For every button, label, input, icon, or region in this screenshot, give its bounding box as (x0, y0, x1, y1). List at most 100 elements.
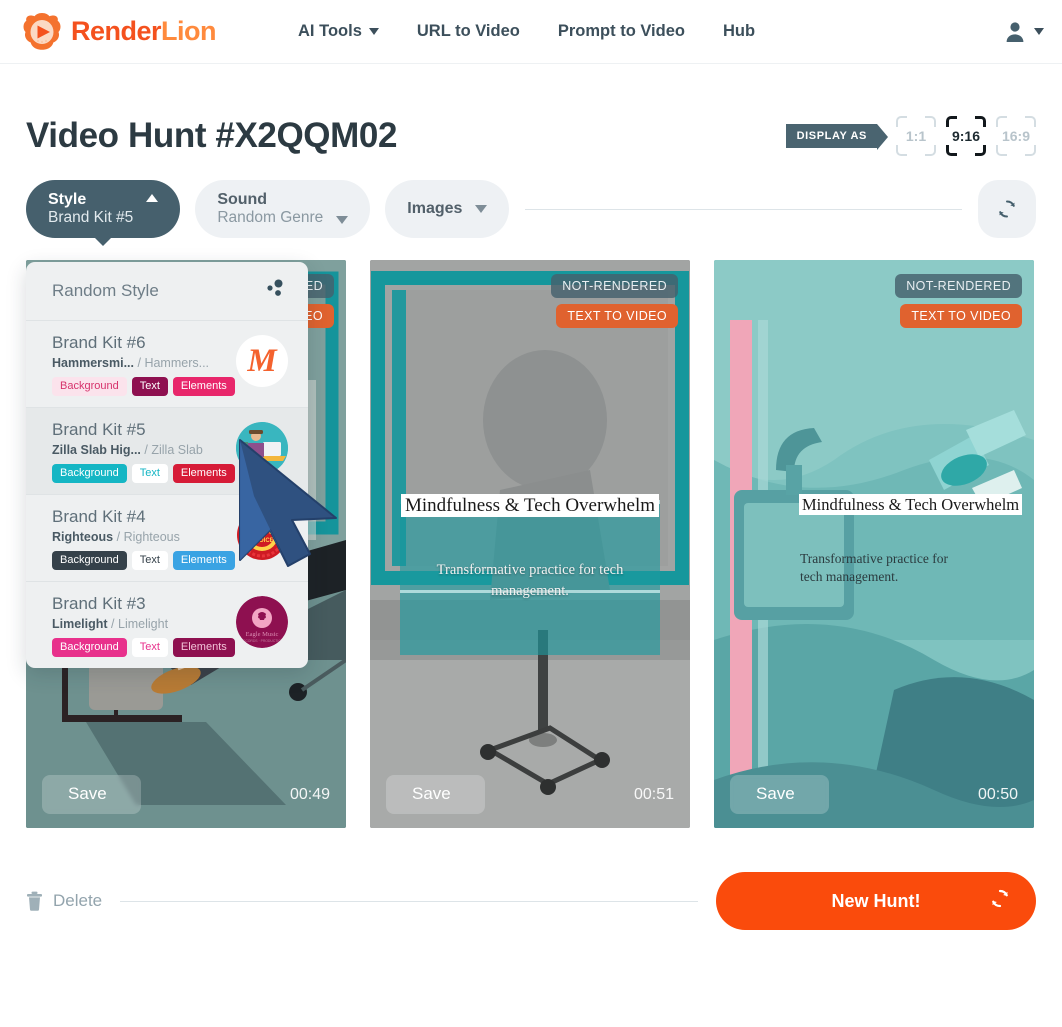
svg-text:CHOICE: CHOICE (250, 538, 273, 544)
nav-links: AI Tools URL to Video Prompt to Video Hu… (298, 22, 755, 41)
brand-wordmark: RenderLion (71, 16, 217, 47)
sound-dropdown-button[interactable]: Sound Random Genre (195, 180, 371, 238)
sound-dropdown-title: Sound (217, 191, 268, 209)
type-badge: TEXT TO VIDEO (900, 304, 1022, 328)
toolbar-refresh-button[interactable] (978, 180, 1036, 238)
video-card[interactable]: NOT-RENDERED TEXT TO VIDEO Mindfulness &… (714, 260, 1034, 828)
card-footer: Save 00:50 (714, 775, 1034, 814)
delete-button-label: Delete (53, 891, 103, 910)
dropdown-item-brand-kit-3[interactable]: Brand Kit #3 Limelight / Limelight Backg… (26, 582, 308, 668)
images-dropdown-button[interactable]: Images (385, 180, 510, 238)
video-card[interactable]: NOT-RENDERED TEXT TO VIDEO Mindfulness &… (370, 260, 690, 828)
style-dropdown-value: Brand Kit #5 (48, 209, 134, 227)
pill-background: Background (52, 464, 127, 483)
chevron-down-icon (368, 28, 379, 35)
user-icon (1006, 21, 1024, 42)
images-dropdown-title: Images (407, 200, 463, 217)
pill-background: Background (52, 638, 127, 657)
brand-kit-font-primary: Hammersmi... (52, 356, 134, 370)
status-badge: NOT-RENDERED (895, 274, 1022, 298)
account-menu[interactable] (1002, 19, 1044, 45)
brand-kit-font-secondary: Zilla Slab (151, 443, 203, 457)
pill-elements: Elements (172, 377, 235, 396)
video-title-overlay: Mindfulness & Tech Overwhelm (370, 492, 690, 521)
style-dropdown-menu: Random Style Brand Kit #6 Hammersmi... /… (26, 262, 308, 668)
save-button[interactable]: Save (42, 775, 141, 814)
pill-text: Text (131, 638, 168, 657)
nav-link-hub[interactable]: Hub (723, 22, 755, 41)
nav-link-hub-label: Hub (722, 22, 756, 40)
title-row: Video Hunt #X2QQM02 DISPLAY AS 1:1 9:16 … (26, 116, 1036, 156)
brand-kit-font-sep: / (111, 617, 115, 631)
brand-logo[interactable]: RenderLion (20, 10, 217, 54)
refresh-icon (999, 200, 1015, 218)
brand-kit-font-secondary: Limelight (118, 617, 169, 631)
brand-kit-thumbnail: M (236, 335, 288, 387)
pill-text: Text (131, 551, 168, 570)
dropdown-item-brand-kit-5[interactable]: Brand Kit #5 Zilla Slab Hig... / Zilla S… (26, 408, 308, 495)
pill-background: Background (52, 551, 127, 570)
chevron-up-icon (146, 194, 159, 202)
brand-kit-font-sep: / (137, 356, 141, 370)
ratio-button-9-16[interactable]: 9:16 (946, 116, 986, 156)
brand-text-first: Render (71, 16, 162, 46)
trash-icon (27, 891, 42, 911)
brand-kit-font-primary: Righteous (52, 530, 114, 544)
dropdown-item-brand-kit-6[interactable]: Brand Kit #6 Hammersmi... / Hammers... B… (26, 321, 308, 408)
chevron-down-icon (475, 205, 488, 213)
video-title-text: Mindfulness & Tech Overwhelm (799, 494, 1023, 515)
nav-link-prompt-to-video[interactable]: Prompt to Video (558, 22, 685, 41)
dropdown-item-brand-kit-4[interactable]: Brand Kit #4 Righteous / Righteous Backg… (26, 495, 308, 582)
nav-link-ai-tools[interactable]: AI Tools (298, 22, 379, 41)
save-button[interactable]: Save (730, 775, 829, 814)
svg-text:BEST: BEST (251, 527, 272, 536)
brand-kit-name: Brand Kit #4 (52, 507, 146, 526)
duration-label: 00:51 (633, 785, 674, 803)
delete-button[interactable]: Delete (26, 891, 102, 911)
pill-elements: Elements (172, 464, 235, 483)
status-badge: NOT-RENDERED (551, 274, 678, 298)
ratio-button-16-9[interactable]: 16:9 (996, 116, 1036, 156)
pill-background: Background (52, 377, 127, 396)
brand-kit-font-sep: / (116, 530, 121, 544)
top-navbar: RenderLion AI Tools URL to Video Prompt … (0, 0, 1062, 64)
brand-kit-pills: Background Text Elements (52, 638, 235, 657)
svg-text:RECORDS · PRODUCTION: RECORDS · PRODUCTION (241, 639, 284, 643)
pill-elements: Elements (172, 638, 235, 657)
ratio-button-1-1[interactable]: 1:1 (896, 116, 936, 156)
brand-kit-fonts: Hammersmi... / Hammers... (52, 356, 228, 370)
footer-actions: Delete New Hunt! (26, 872, 1036, 930)
style-dropdown-button[interactable]: Style Brand Kit #5 (26, 180, 181, 238)
dropdown-item-random-style-label: Random Style (52, 280, 159, 300)
style-dropdown-title: Style (48, 191, 87, 209)
type-badge: TEXT TO VIDEO (556, 304, 678, 328)
new-hunt-button-label: New Hunt! (831, 890, 921, 911)
brand-kit-pills: Background Text Elements (52, 551, 235, 570)
duration-label: 00:50 (977, 785, 1018, 803)
new-hunt-button[interactable]: New Hunt! (716, 872, 1036, 930)
brand-kit-name: Brand Kit #5 (52, 420, 146, 439)
pill-text: Text (131, 377, 168, 396)
dropdown-item-random-style[interactable]: Random Style (26, 262, 308, 321)
brand-kit-font-primary: Zilla Slab Hig... (52, 443, 141, 457)
pill-text: Text (131, 464, 168, 483)
ratio-button-1-1-label: 1:1 (905, 128, 927, 144)
brand-kit-font-secondary: Righteous (123, 530, 180, 544)
card-badges: NOT-RENDERED TEXT TO VIDEO (895, 274, 1022, 328)
brand-kit-fonts: Righteous / Righteous (52, 530, 228, 544)
toolbar-divider (525, 208, 962, 210)
nav-link-url-to-video[interactable]: URL to Video (417, 22, 520, 41)
card-footer: Save 00:51 (370, 775, 690, 814)
video-title-text: Mindfulness & Tech Overwhelm (400, 494, 660, 517)
brand-kit-fonts: Zilla Slab Hig... / Zilla Slab (52, 443, 228, 457)
card-footer: Save 00:49 (26, 775, 346, 814)
brand-kit-thumbnail: Eagle Music RECORDS · PRODUCTION (236, 596, 288, 648)
brand-kit-pills: Background Text Elements (52, 464, 235, 483)
dots-icon (264, 278, 286, 303)
video-subtitle-overlay: Transformative practice for tech managem… (800, 551, 948, 585)
nav-link-prompt-to-video-label: Prompt to Video (557, 22, 685, 40)
brand-kit-name: Brand Kit #6 (52, 333, 146, 352)
filter-toolbar: Style Brand Kit #5 Sound Random Genre Im… (26, 180, 1036, 238)
save-button[interactable]: Save (386, 775, 485, 814)
display-as-group: DISPLAY AS 1:1 9:16 16:9 (785, 116, 1036, 156)
